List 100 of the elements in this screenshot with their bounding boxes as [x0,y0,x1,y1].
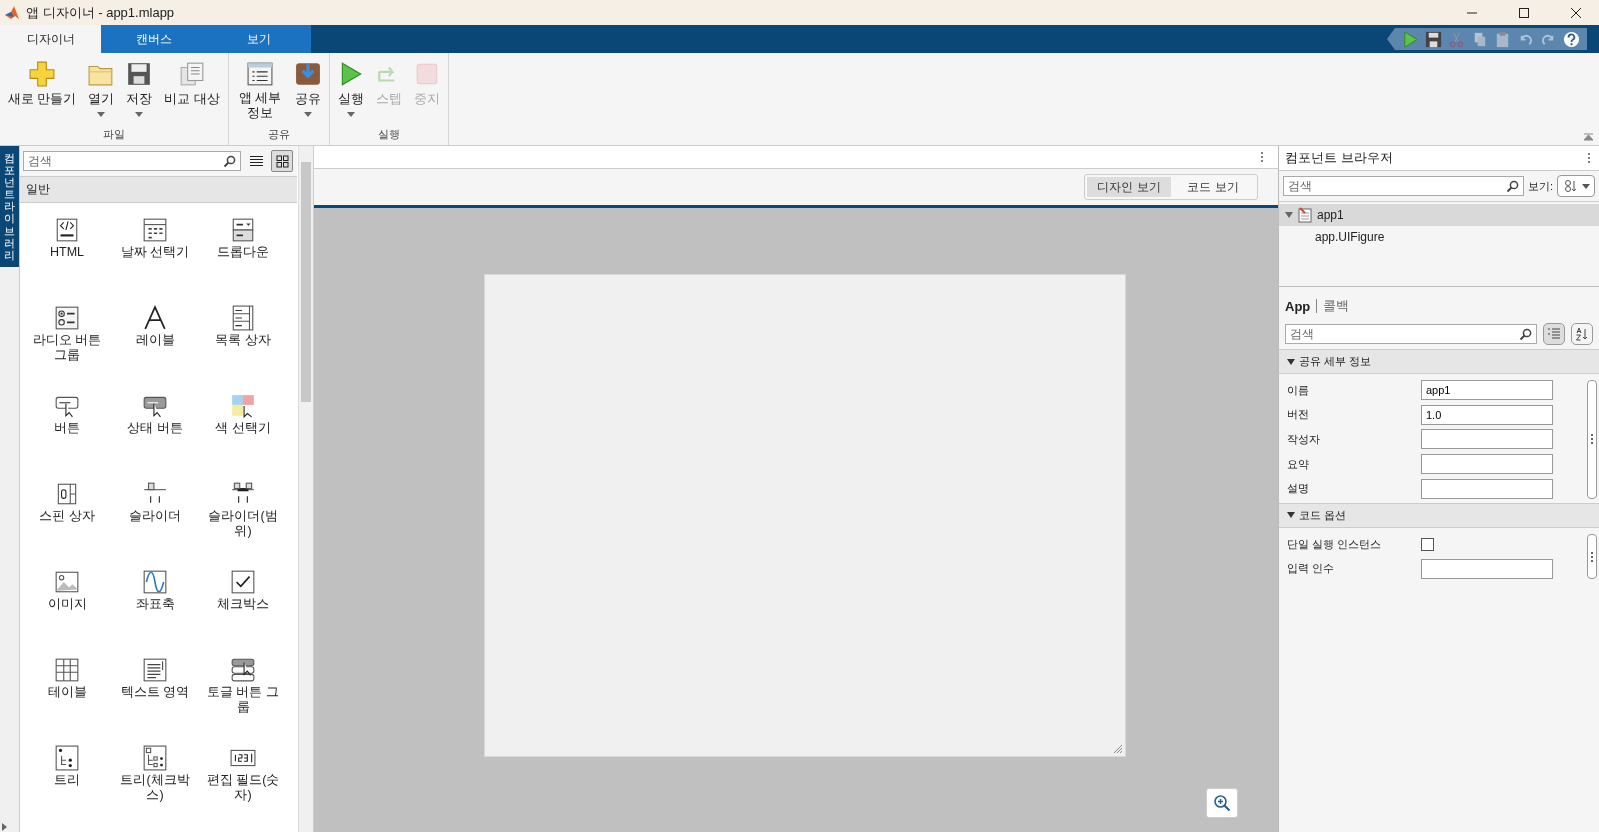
component-icon [230,393,256,419]
component-icon [54,217,80,243]
app-logo-icon [4,4,20,21]
grid-icon [275,154,289,168]
component-item[interactable]: 편집 필드(숫자) [201,745,285,803]
component-icon [230,305,256,331]
view-dropdown[interactable] [1557,175,1595,197]
toolbar-button[interactable]: 앱 세부 정보 [231,61,288,127]
document-icon [1297,207,1313,223]
component-item[interactable]: 텍스트 영역 [113,657,197,700]
component-item[interactable]: 라디오 버튼 그룹 [25,305,109,363]
help-icon[interactable] [1562,29,1581,49]
expanded-caret-icon [1287,512,1295,519]
component-item[interactable]: 슬라이더 [113,481,197,524]
property-label: 이름 [1287,382,1310,398]
search-field[interactable]: 검색 [23,151,241,171]
toolbar-button[interactable]: 열기 [83,61,120,127]
view-toggle[interactable]: 코드 보기 [1171,177,1255,197]
section-header[interactable]: 코드 옵션 [1279,502,1599,528]
inspector-tab[interactable]: 콜백 [1323,297,1350,315]
component-item[interactable]: 스핀 상자 [25,481,109,524]
tree-node[interactable]: app.UIFigure [1279,226,1599,248]
ribbon-tab[interactable]: 보기 [206,25,311,53]
section-header[interactable]: 공유 세부 정보 [1279,349,1599,374]
tree-node[interactable]: app1 [1279,204,1599,226]
component-item[interactable]: 트리(체크박스) [113,745,197,803]
ribbon-tab[interactable]: 디자이너 [0,25,101,53]
search-field[interactable]: 검색 [1285,324,1537,344]
component-item[interactable]: 슬라이더(범위) [201,481,285,539]
component-item[interactable]: 토글 버튼 그룹 [201,657,285,715]
component-item[interactable]: 날짜 선택기 [113,217,197,260]
component-item[interactable]: 레이블 [113,305,197,348]
zoom-button[interactable] [1206,788,1238,818]
more-options-icon [1590,433,1594,446]
toolbar-button[interactable]: 실행 [332,61,369,127]
component-icon [142,657,168,683]
caret-icon [135,112,144,117]
more-options-icon[interactable] [1587,152,1591,164]
more-options-button[interactable] [1587,380,1597,499]
property-label: 작성자 [1287,432,1321,447]
group-label: 파일 [102,127,126,142]
component-item[interactable]: 목록 상자 [201,305,285,348]
inspector-tab[interactable]: App [1285,298,1311,314]
list-icon [1547,327,1561,341]
component-item[interactable]: 버튼 [25,393,109,436]
input-field[interactable]: app1 [1421,380,1553,401]
toolbar-button[interactable]: 공유 [289,61,326,127]
component-icon [142,569,168,595]
save-icon[interactable] [1424,29,1443,49]
sort-icon [1562,179,1577,193]
sort-alphabetical-button[interactable] [1571,323,1593,345]
input-field[interactable] [1421,558,1553,579]
component-icon [54,305,80,331]
caret-icon [346,112,355,117]
toolbar-button[interactable]: 비교 대상 [159,61,225,127]
side-tab[interactable]: 컴포넌트 라이브러리 [0,146,19,267]
close-icon[interactable] [1570,6,1582,19]
more-options-icon[interactable] [1260,151,1264,163]
view-toggle[interactable]: 디자인 보기 [1087,177,1171,197]
ribbon-tab[interactable]: 캔버스 [101,25,206,53]
caret-icon [97,112,106,117]
panel-title: 컴포넌트 브라우저 [1285,149,1393,167]
search-field[interactable]: 검색 [1283,176,1524,196]
zoom-in-icon [1213,794,1231,812]
resize-grip-icon[interactable] [1111,742,1123,754]
input-field[interactable]: 1.0 [1421,404,1553,425]
toolbar-button[interactable]: 새로 만들기 [3,61,82,127]
component-item[interactable]: 좌표축 [113,569,197,612]
input-field[interactable] [1421,454,1553,475]
scrollbar[interactable] [298,146,313,832]
window-title: 앱 디자이너 - app1.mlapp [26,3,176,22]
component-item[interactable]: 테이블 [25,657,109,700]
component-icon [230,657,256,683]
component-item[interactable]: 트리 [25,745,109,788]
more-options-icon [1590,550,1594,563]
input-field[interactable] [1421,478,1553,499]
property-label: 버전 [1287,407,1310,423]
toolbar-button[interactable]: 저장 [121,61,158,127]
checkbox[interactable] [1421,537,1434,551]
grid-view-button[interactable] [271,150,293,172]
group-by-category-button[interactable] [1543,323,1565,345]
maximize-icon[interactable] [1518,6,1530,19]
property-label: 입력 인수 [1287,561,1336,577]
component-icon [54,569,80,595]
component-item[interactable]: 이미지 [25,569,109,612]
component-item[interactable]: 색 선택기 [201,393,285,436]
component-item[interactable]: 드롭다운 [201,217,285,260]
component-icon [54,745,80,771]
search-icon [1505,180,1519,193]
box-icon [294,61,321,87]
expanded-caret-icon [1287,358,1295,365]
component-item[interactable]: 체크박스 [201,569,285,612]
property-label: 요약 [1287,456,1310,472]
component-item[interactable]: HTML [25,217,109,260]
component-icon [54,657,80,683]
more-options-button[interactable] [1587,533,1597,580]
collapse-icon[interactable] [1584,133,1593,141]
component-icon [142,745,168,771]
component-item[interactable]: 상태 버튼 [113,393,197,436]
input-field[interactable] [1421,429,1553,450]
